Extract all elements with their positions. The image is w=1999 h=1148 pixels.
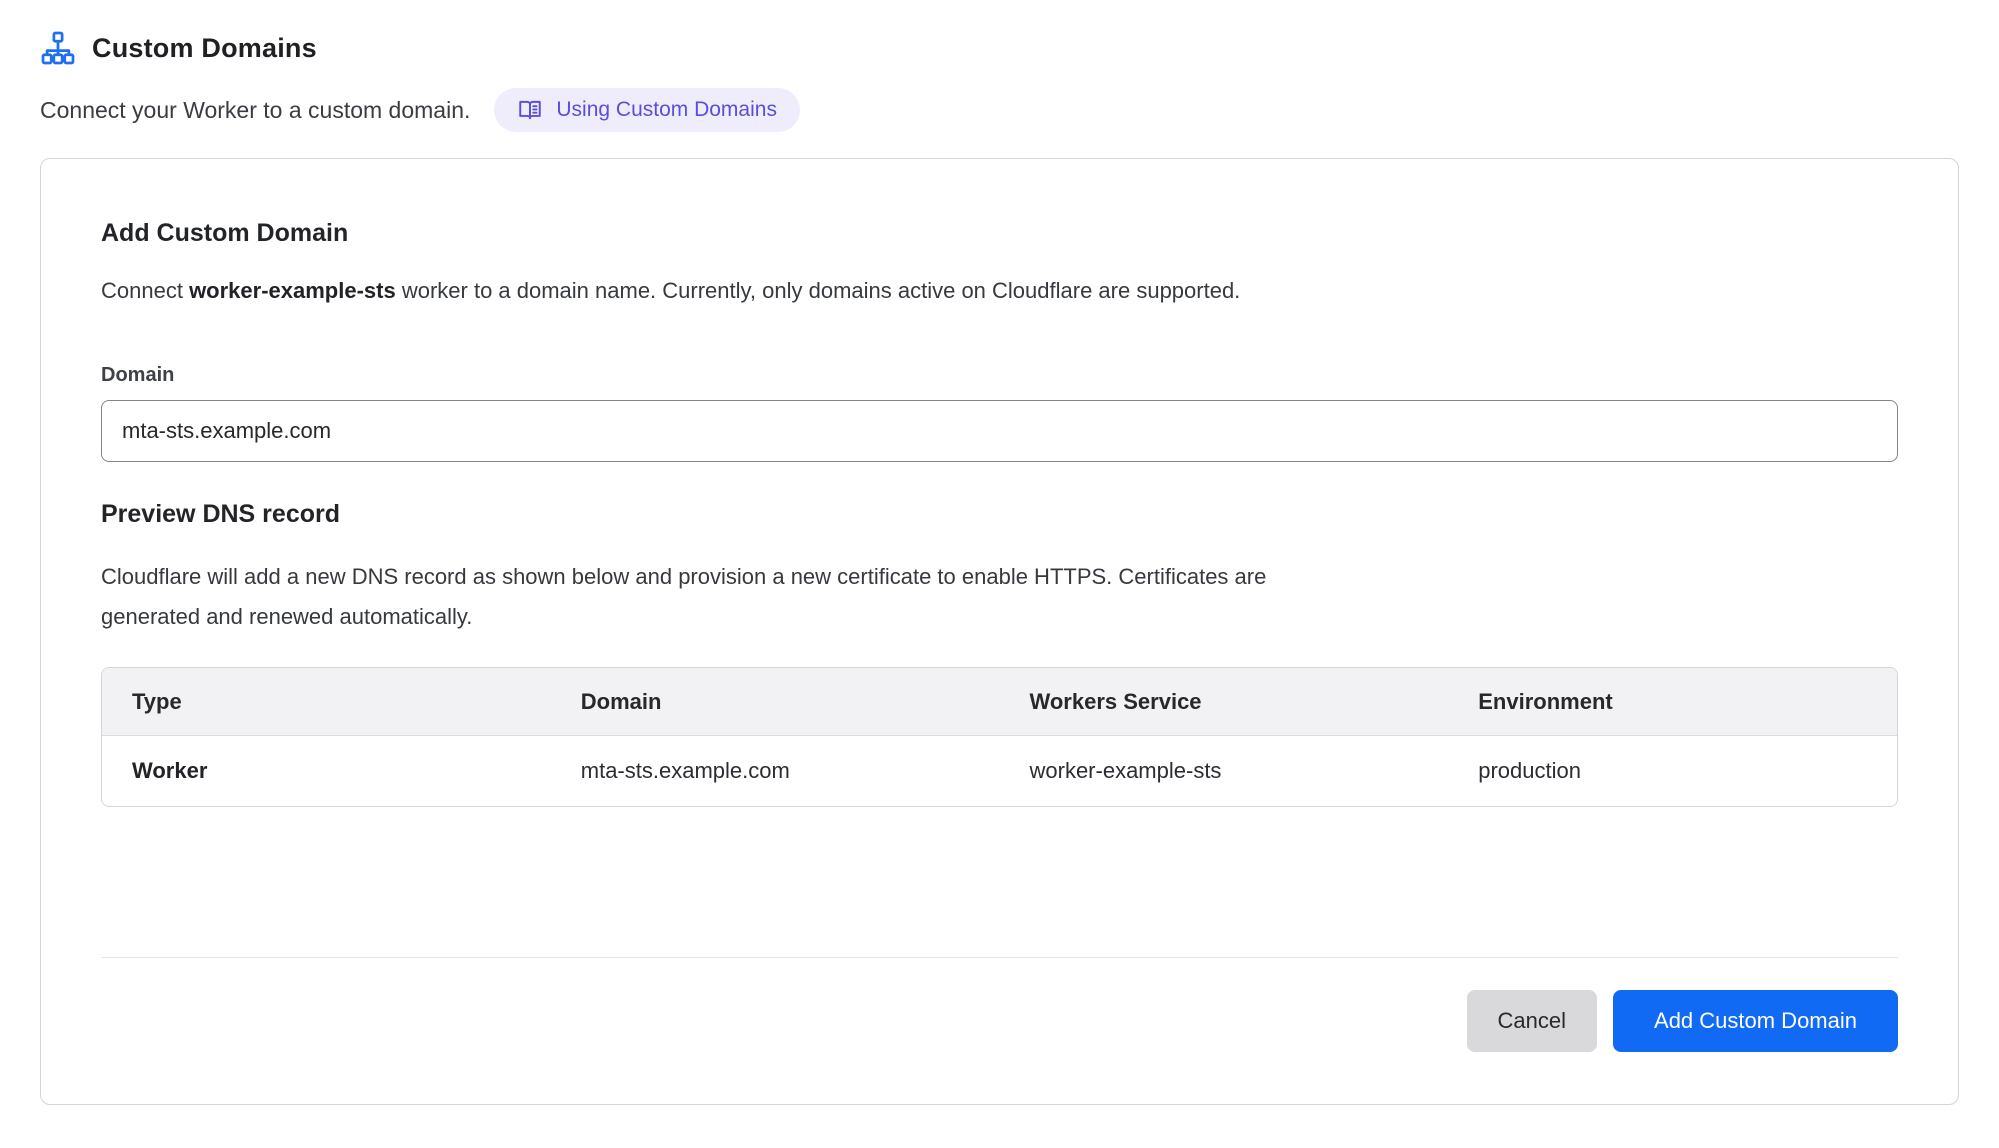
table-header-row: Type Domain Workers Service Environment — [102, 668, 1897, 736]
preview-desc-line1: Cloudflare will add a new DNS record as … — [101, 557, 1898, 597]
sitemap-icon — [40, 30, 76, 66]
dns-record-table: Type Domain Workers Service Environment … — [101, 667, 1898, 807]
spacer — [101, 807, 1898, 957]
docs-link-label: Using Custom Domains — [556, 98, 777, 122]
cell-type: Worker — [102, 736, 551, 806]
docs-link-badge[interactable]: Using Custom Domains — [494, 88, 800, 132]
add-custom-domain-button[interactable]: Add Custom Domain — [1613, 990, 1898, 1052]
page-header: Custom Domains — [40, 30, 1959, 66]
col-header-environment: Environment — [1448, 668, 1897, 736]
cancel-button[interactable]: Cancel — [1467, 990, 1597, 1052]
domain-field-label: Domain — [101, 364, 1898, 387]
cell-environment: production — [1448, 736, 1897, 806]
domain-input[interactable] — [101, 400, 1898, 462]
intro-suffix: worker to a domain name. Currently, only… — [396, 278, 1241, 303]
col-header-type: Type — [102, 668, 551, 736]
table-row: Worker mta-sts.example.com worker-exampl… — [102, 736, 1897, 806]
cell-workers-service: worker-example-sts — [1000, 736, 1449, 806]
preview-dns-description: Cloudflare will add a new DNS record as … — [101, 557, 1898, 637]
card-heading: Add Custom Domain — [101, 219, 1898, 248]
open-book-icon — [517, 97, 543, 123]
col-header-workers-service: Workers Service — [1000, 668, 1449, 736]
worker-name: worker-example-sts — [189, 278, 396, 303]
preview-dns-heading: Preview DNS record — [101, 500, 1898, 529]
col-header-domain: Domain — [551, 668, 1000, 736]
page-title: Custom Domains — [92, 33, 317, 64]
cell-domain: mta-sts.example.com — [551, 736, 1000, 806]
card-intro-text: Connect worker-example-sts worker to a d… — [101, 278, 1898, 304]
card-footer: Cancel Add Custom Domain — [101, 957, 1898, 1052]
add-custom-domain-card: Add Custom Domain Connect worker-example… — [40, 158, 1959, 1105]
preview-desc-line2: generated and renewed automatically. — [101, 597, 1898, 637]
page-subtitle: Connect your Worker to a custom domain. — [40, 97, 470, 124]
custom-domains-page: Custom Domains Connect your Worker to a … — [0, 0, 1999, 1105]
intro-prefix: Connect — [101, 278, 189, 303]
page-subtitle-row: Connect your Worker to a custom domain. … — [40, 88, 1959, 132]
